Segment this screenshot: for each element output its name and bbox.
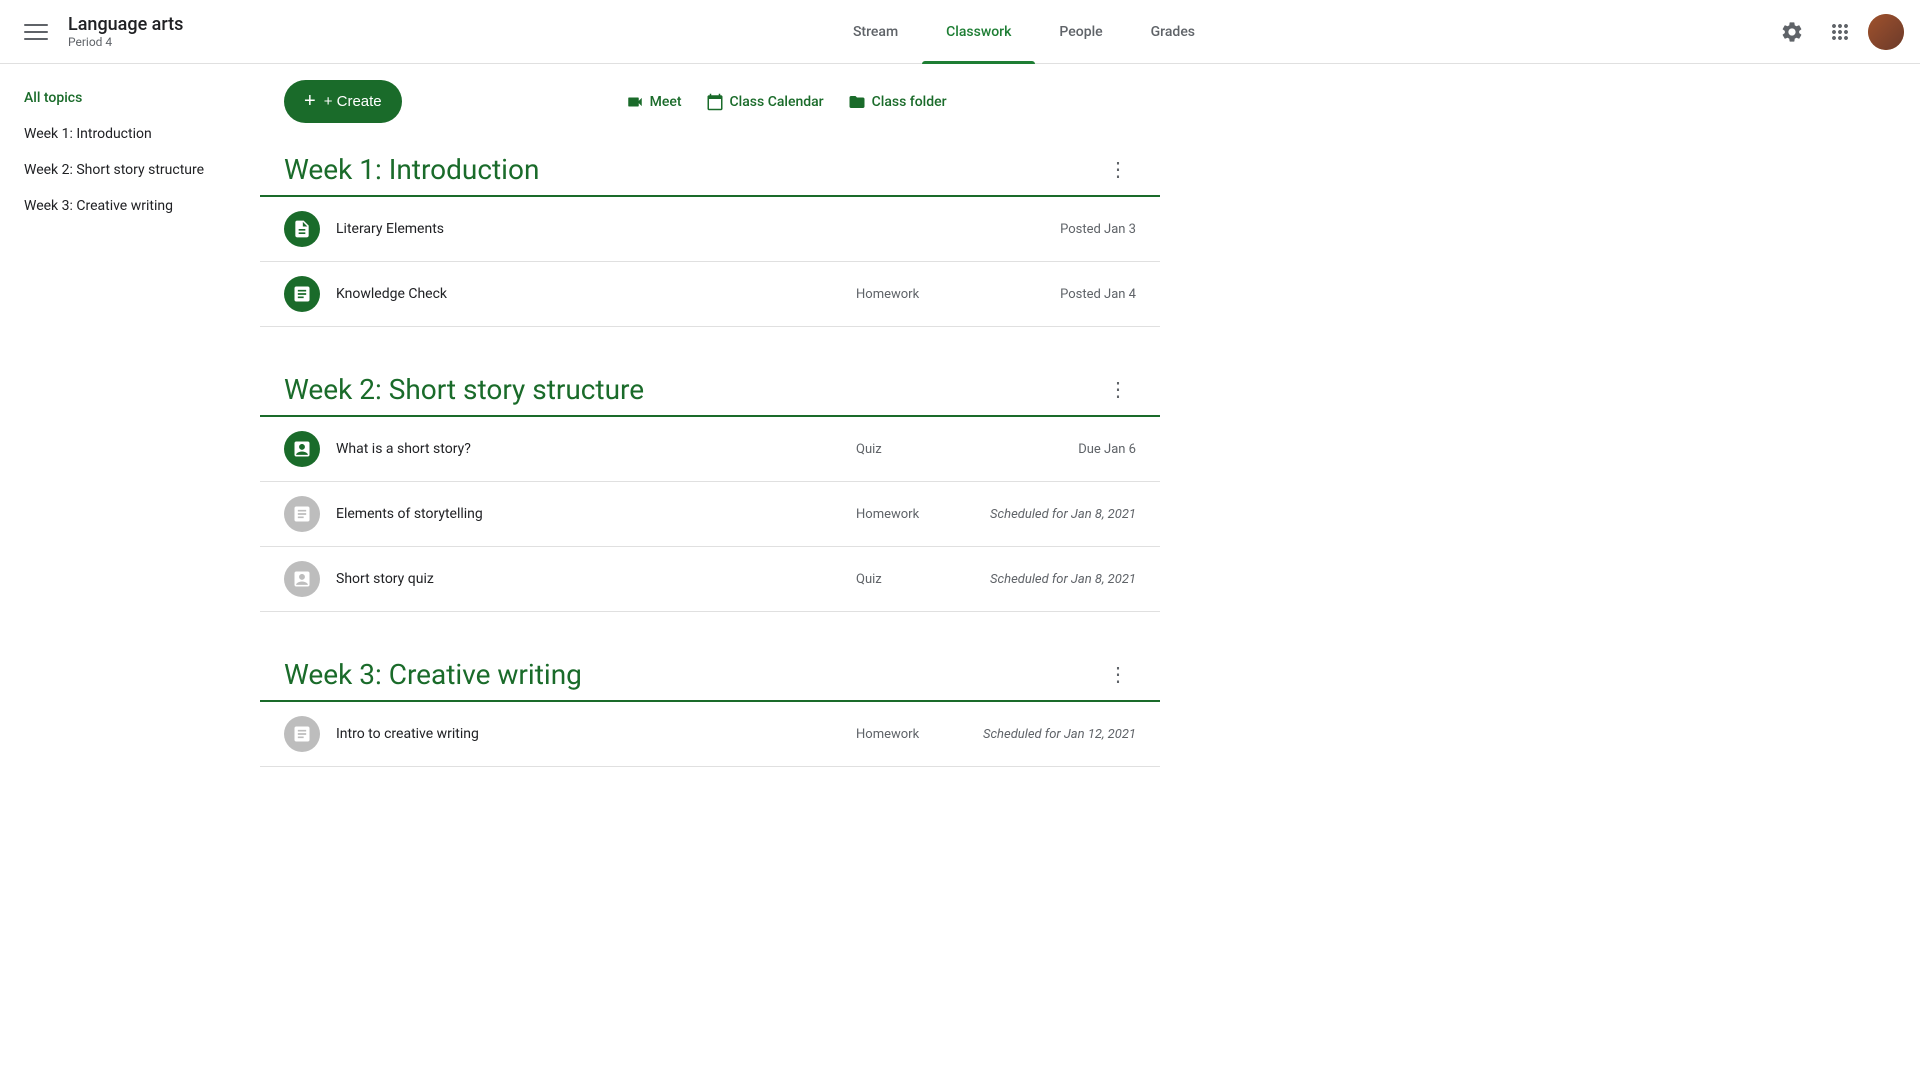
sidebar-item-week1[interactable]: Week 1: Introduction (0, 116, 260, 152)
create-plus-icon: + (304, 90, 316, 113)
assignment-elements-storytelling[interactable]: Elements of storytelling Homework Schedu… (260, 482, 1160, 547)
elements-storytelling-date: Scheduled for Jan 8, 2021 (956, 507, 1136, 522)
knowledge-check-date: Posted Jan 4 (956, 287, 1136, 302)
short-story-quiz-type: Quiz (856, 572, 956, 587)
short-story-icon (284, 431, 320, 467)
app-title-group: Language arts Period 4 (68, 14, 183, 49)
assignment-short-story-quiz[interactable]: Short story quiz Quiz Scheduled for Jan … (260, 547, 1160, 612)
calendar-icon (706, 93, 724, 111)
knowledge-check-icon (284, 276, 320, 312)
section-week1-more-button[interactable]: ⋮ (1100, 151, 1136, 187)
assignment-knowledge-check[interactable]: Knowledge Check Homework Posted Jan 4 (260, 262, 1160, 327)
section-week1-title: Week 1: Introduction (284, 153, 539, 186)
main-nav: Stream Classwork People Grades (276, 0, 1772, 64)
section-week1-header: Week 1: Introduction ⋮ (260, 139, 1160, 197)
short-story-name: What is a short story? (336, 441, 856, 457)
folder-link[interactable]: Class folder (848, 93, 947, 111)
main-content: + + Create Meet (260, 64, 1160, 1080)
section-week2: Week 2: Short story structure ⋮ What is … (260, 359, 1160, 612)
sidebar: All topics Week 1: Introduction Week 2: … (0, 64, 260, 1080)
short-story-date: Due Jan 6 (956, 442, 1136, 457)
section-week2-header: Week 2: Short story structure ⋮ (260, 359, 1160, 417)
menu-button[interactable] (16, 12, 56, 52)
header-right (1772, 12, 1904, 52)
section-week1: Week 1: Introduction ⋮ Literary Elements… (260, 139, 1160, 327)
main-layout: All topics Week 1: Introduction Week 2: … (0, 64, 1920, 1080)
meet-label: Meet (650, 94, 682, 110)
app-header: Language arts Period 4 Stream Classwork … (0, 0, 1920, 64)
calendar-label: Class Calendar (730, 94, 824, 110)
intro-creative-writing-icon (284, 716, 320, 752)
section-week2-more-button[interactable]: ⋮ (1100, 371, 1136, 407)
folder-icon (848, 93, 866, 111)
header-left: Language arts Period 4 (16, 12, 276, 52)
short-story-type: Quiz (856, 442, 956, 457)
section-week3-more-button[interactable]: ⋮ (1100, 656, 1136, 692)
app-subtitle: Period 4 (68, 35, 183, 49)
literary-elements-date: Posted Jan 3 (956, 222, 1136, 237)
short-story-quiz-date: Scheduled for Jan 8, 2021 (956, 572, 1136, 587)
section-week3-title: Week 3: Creative writing (284, 658, 582, 691)
elements-storytelling-icon (284, 496, 320, 532)
intro-creative-writing-name: Intro to creative writing (336, 726, 856, 742)
meet-link[interactable]: Meet (626, 93, 682, 111)
create-button[interactable]: + + Create (284, 80, 402, 123)
knowledge-check-name: Knowledge Check (336, 286, 856, 302)
section-week3-header: Week 3: Creative writing ⋮ (260, 644, 1160, 702)
assignment-intro-creative-writing[interactable]: Intro to creative writing Homework Sched… (260, 702, 1160, 767)
short-story-quiz-icon (284, 561, 320, 597)
folder-label: Class folder (872, 94, 947, 110)
short-story-quiz-name: Short story quiz (336, 571, 856, 587)
nav-grades[interactable]: Grades (1127, 0, 1219, 64)
intro-creative-writing-type: Homework (856, 727, 956, 742)
avatar[interactable] (1868, 14, 1904, 50)
settings-button[interactable] (1772, 12, 1812, 52)
elements-storytelling-name: Elements of storytelling (336, 506, 856, 522)
nav-people[interactable]: People (1035, 0, 1126, 64)
assignment-literary-elements[interactable]: Literary Elements Posted Jan 3 (260, 197, 1160, 262)
sidebar-item-week3[interactable]: Week 3: Creative writing (0, 188, 260, 224)
section-week3: Week 3: Creative writing ⋮ Intro to crea… (260, 644, 1160, 767)
elements-storytelling-type: Homework (856, 507, 956, 522)
app-title: Language arts (68, 14, 183, 35)
meet-icon (626, 93, 644, 111)
knowledge-check-type: Homework (856, 287, 956, 302)
sidebar-item-all-topics[interactable]: All topics (0, 80, 260, 116)
toolbar-actions: Meet Class Calendar (626, 93, 947, 111)
literary-elements-icon (284, 211, 320, 247)
apps-button[interactable] (1820, 12, 1860, 52)
nav-classwork[interactable]: Classwork (922, 0, 1035, 64)
sidebar-item-week2[interactable]: Week 2: Short story structure (0, 152, 260, 188)
calendar-link[interactable]: Class Calendar (706, 93, 824, 111)
assignment-short-story[interactable]: What is a short story? Quiz Due Jan 6 (260, 417, 1160, 482)
create-label: + Create (324, 93, 382, 110)
toolbar: + + Create Meet (260, 64, 1160, 139)
nav-stream[interactable]: Stream (829, 0, 922, 64)
literary-elements-name: Literary Elements (336, 221, 856, 237)
section-week2-title: Week 2: Short story structure (284, 373, 644, 406)
hamburger-icon (24, 20, 48, 44)
intro-creative-writing-date: Scheduled for Jan 12, 2021 (956, 727, 1136, 742)
